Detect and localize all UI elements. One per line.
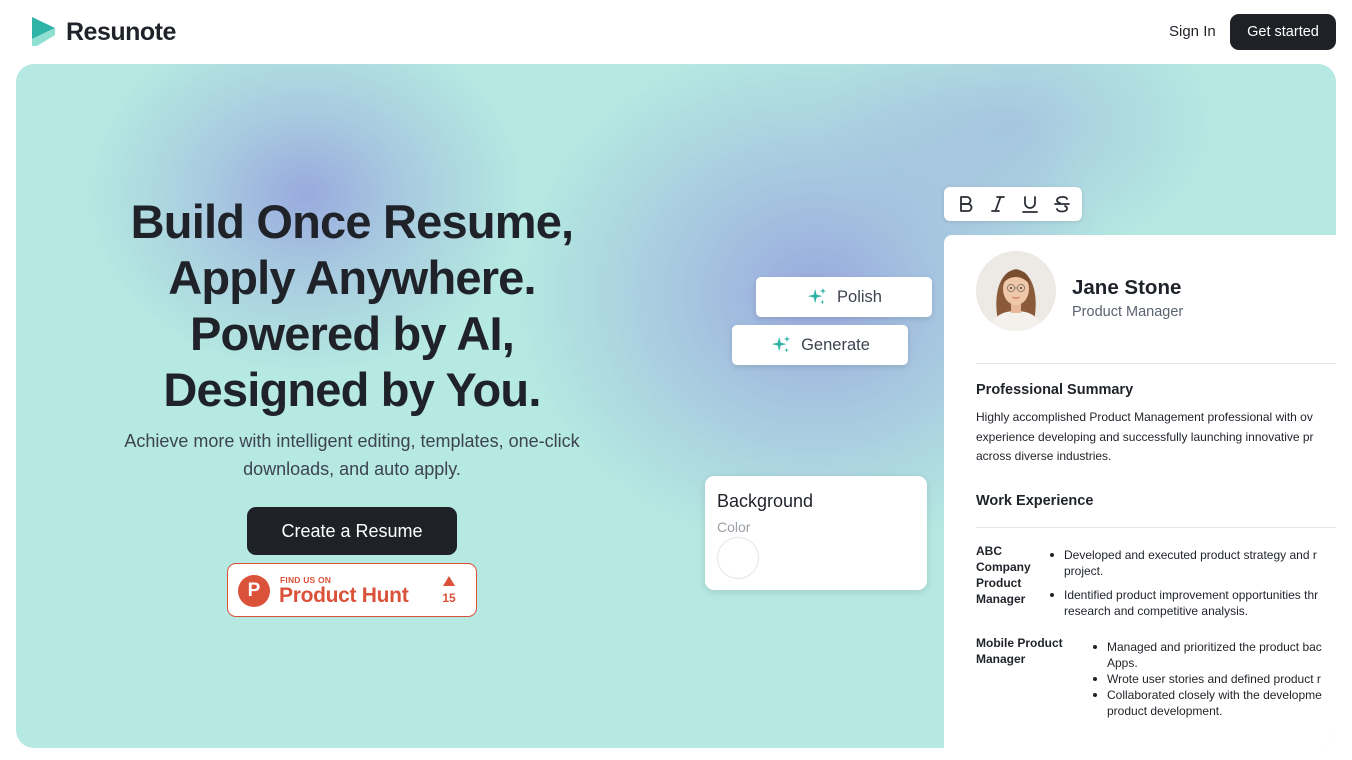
headline-line: Apply Anywhere. [168, 251, 536, 304]
background-color-card: Background Color [705, 476, 927, 590]
bullet-icon [1050, 593, 1054, 597]
job-bullet: Managed and prioritized the product bac … [1107, 639, 1322, 671]
hero-subtext: Achieve more with intelligent editing, t… [76, 427, 628, 483]
job-label-line: Product [976, 576, 1022, 590]
job-label-line: Mobile Product [976, 636, 1063, 650]
polish-label: Polish [837, 287, 882, 306]
logo[interactable]: Resunote [32, 17, 176, 47]
bullet-line: project. [1064, 564, 1104, 578]
get-started-button[interactable]: Get started [1230, 14, 1336, 50]
job-bullet: Developed and executed product strategy … [1064, 547, 1317, 579]
bullet-line: Developed and executed product strategy … [1064, 548, 1317, 562]
bullet-icon [1093, 693, 1097, 697]
resume-name: Jane Stone [1072, 276, 1182, 299]
headline-line: Powered by AI, [190, 307, 515, 360]
upvote-triangle-icon [443, 576, 455, 586]
bullet-line: Managed and prioritized the product bac [1107, 640, 1322, 654]
bullet-line: Apps. [1107, 656, 1138, 670]
sparkle-icon [807, 287, 827, 305]
underline-icon[interactable] [1014, 189, 1046, 219]
job-bullet: Identified product improvement opportuni… [1064, 587, 1318, 619]
job-label-line: Manager [976, 652, 1026, 666]
summary-line: across diverse industries. [976, 449, 1112, 463]
summary-line: Highly accomplished Product Management p… [976, 410, 1313, 424]
bullet-line: Wrote user stories and defined product r [1107, 672, 1321, 686]
summary-text: Highly accomplished Product Management p… [976, 408, 1336, 467]
headline-line: Build Once Resume, [130, 195, 574, 248]
avatar [976, 251, 1056, 331]
bullet-icon [1093, 677, 1097, 681]
bullet-line: product development. [1107, 704, 1223, 718]
job-label: ABC Company Product Manager [976, 543, 1031, 607]
product-hunt-name: Product Hunt [279, 584, 409, 607]
generate-button[interactable]: Generate [732, 325, 908, 365]
resume-role: Product Manager [1072, 304, 1184, 320]
upvote-count: 15 [442, 591, 456, 605]
job-label: Mobile Product Manager [976, 635, 1063, 667]
bullet-line: Collaborated closely with the developme [1107, 688, 1322, 702]
polish-button[interactable]: Polish [756, 277, 932, 317]
bullet-line: research and competitive analysis. [1064, 604, 1249, 618]
sign-in-link[interactable]: Sign In [1160, 16, 1225, 48]
italic-icon[interactable] [982, 189, 1014, 219]
subtext-line: Achieve more with intelligent editing, t… [124, 431, 580, 451]
divider [976, 527, 1336, 528]
generate-label: Generate [801, 335, 870, 354]
bullet-icon [1093, 645, 1097, 649]
product-hunt-badge[interactable]: P FIND US ON Product Hunt 15 [227, 563, 477, 617]
job-bullet: Wrote user stories and defined product r [1107, 671, 1321, 687]
text-format-toolbar [944, 187, 1082, 221]
brand-name: Resunote [66, 17, 176, 46]
job-label-line: ABC [976, 544, 1002, 558]
summary-line: experience developing and successfully l… [976, 429, 1314, 444]
resume-preview: Jane Stone Product Manager Professional … [944, 235, 1336, 748]
subtext-line: downloads, and auto apply. [243, 459, 461, 479]
divider [976, 363, 1336, 364]
hero-headline: Build Once Resume, Apply Anywhere. Power… [76, 194, 628, 418]
top-nav: Resunote Sign In Get started [0, 0, 1352, 64]
color-swatch[interactable] [717, 537, 759, 579]
bold-icon[interactable] [950, 189, 982, 219]
background-title: Background [717, 491, 814, 511]
job-label-line: Manager [976, 592, 1026, 606]
work-heading: Work Experience [976, 493, 1094, 509]
bullet-line: Identified product improvement opportuni… [1064, 588, 1319, 602]
resunote-logo-icon [32, 17, 57, 47]
background-subtitle: Color [717, 519, 751, 535]
summary-heading: Professional Summary [976, 382, 1134, 398]
bullet-icon [1050, 553, 1054, 557]
job-label-line: Company [976, 560, 1031, 574]
hero-section: Build Once Resume, Apply Anywhere. Power… [16, 64, 1336, 748]
product-hunt-logo-icon: P [238, 575, 270, 607]
create-resume-button[interactable]: Create a Resume [247, 507, 457, 555]
sparkle-icon [771, 335, 791, 353]
strikethrough-icon[interactable] [1046, 189, 1078, 219]
job-bullet: Collaborated closely with the developme … [1107, 687, 1322, 719]
headline-line: Designed by You. [163, 363, 541, 416]
